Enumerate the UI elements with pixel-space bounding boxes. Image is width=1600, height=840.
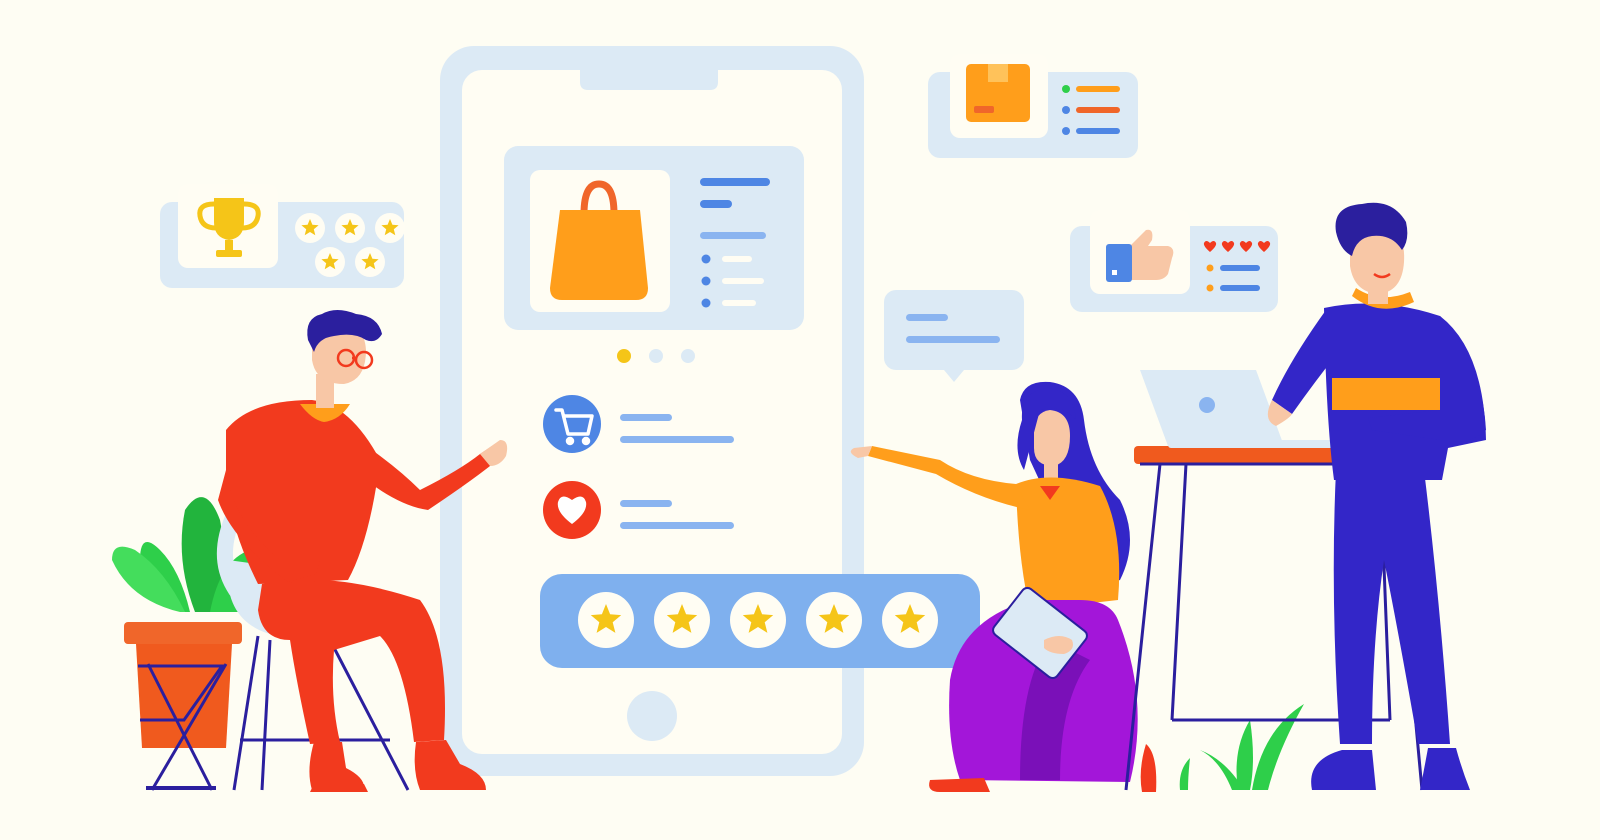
like-card bbox=[1070, 210, 1278, 312]
ecommerce-illustration bbox=[0, 0, 1600, 840]
rating-star-3[interactable] bbox=[730, 592, 786, 648]
rating-star-2[interactable] bbox=[654, 592, 710, 648]
rating-star-1[interactable] bbox=[578, 592, 634, 648]
carousel-dot-3[interactable] bbox=[681, 349, 695, 363]
achievement-star-2 bbox=[335, 213, 365, 243]
carousel-dots[interactable] bbox=[617, 349, 695, 363]
rating-bar[interactable] bbox=[540, 574, 980, 668]
rating-star-4[interactable] bbox=[806, 592, 862, 648]
product-card[interactable] bbox=[504, 146, 804, 330]
achievement-star-3 bbox=[375, 213, 405, 243]
phone-mockup bbox=[440, 46, 980, 776]
speech-bubble bbox=[884, 290, 1024, 382]
package-card bbox=[928, 54, 1138, 158]
rating-star-5[interactable] bbox=[882, 592, 938, 648]
achievement-star-5 bbox=[355, 247, 385, 277]
illustration-canvas bbox=[112, 46, 1486, 792]
man-blue-outfit bbox=[1267, 202, 1486, 790]
grass bbox=[1179, 704, 1304, 790]
phone-home-button[interactable] bbox=[627, 691, 677, 741]
package-icon bbox=[966, 64, 1030, 122]
carousel-dot-1[interactable] bbox=[617, 349, 631, 363]
achievement-star-4 bbox=[315, 247, 345, 277]
achievement-card bbox=[160, 184, 405, 288]
achievement-star-1 bbox=[295, 213, 325, 243]
product-subtitle-line bbox=[700, 200, 732, 208]
carousel-dot-2[interactable] bbox=[649, 349, 663, 363]
phone-notch bbox=[580, 68, 718, 90]
product-desc-line bbox=[700, 232, 766, 239]
product-title-line bbox=[700, 178, 770, 186]
